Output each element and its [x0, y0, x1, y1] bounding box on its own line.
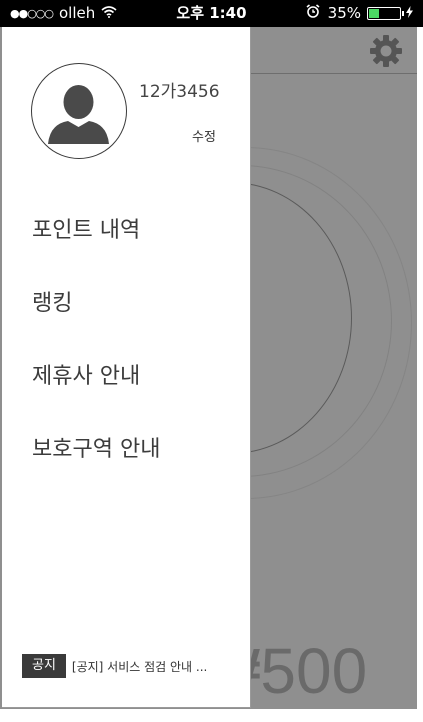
- menu-item-ranking[interactable]: 랭킹: [32, 285, 72, 317]
- status-bar: ●●○○○ olleh 오후 1:40 35%: [0, 0, 423, 27]
- notice-badge: 공지: [22, 654, 66, 678]
- charging-icon: [406, 0, 413, 27]
- header-divider: [250, 73, 417, 74]
- menu-item-partners[interactable]: 제휴사 안내: [32, 358, 140, 390]
- screen-edge: [417, 27, 423, 722]
- bottom-edge: [0, 709, 423, 722]
- user-id: 12가3456: [139, 82, 220, 102]
- alarm-icon: [306, 0, 320, 27]
- menu-item-protected-zones[interactable]: 보호구역 안내: [32, 431, 160, 463]
- avatar-icon[interactable]: [31, 63, 127, 159]
- battery-percent: 35%: [327, 4, 361, 22]
- menu-item-points-history[interactable]: 포인트 내역: [32, 212, 140, 244]
- app-screen: ●●○○○ olleh 오후 1:40 35% ₩500 12가3456 수정 …: [0, 0, 423, 722]
- notice-bar[interactable]: 공지 [공지] 서비스 점검 안내 ...: [22, 654, 207, 678]
- edit-profile-link[interactable]: 수정: [192, 126, 216, 145]
- battery-icon: [367, 7, 404, 20]
- gear-icon[interactable]: [369, 34, 403, 68]
- battery-level: [369, 9, 380, 18]
- status-right: 35%: [306, 0, 413, 27]
- notice-text[interactable]: [공지] 서비스 점검 안내 ...: [72, 658, 207, 675]
- side-drawer: 12가3456 수정 포인트 내역 랭킹 제휴사 안내 보호구역 안내 공지 […: [2, 27, 251, 708]
